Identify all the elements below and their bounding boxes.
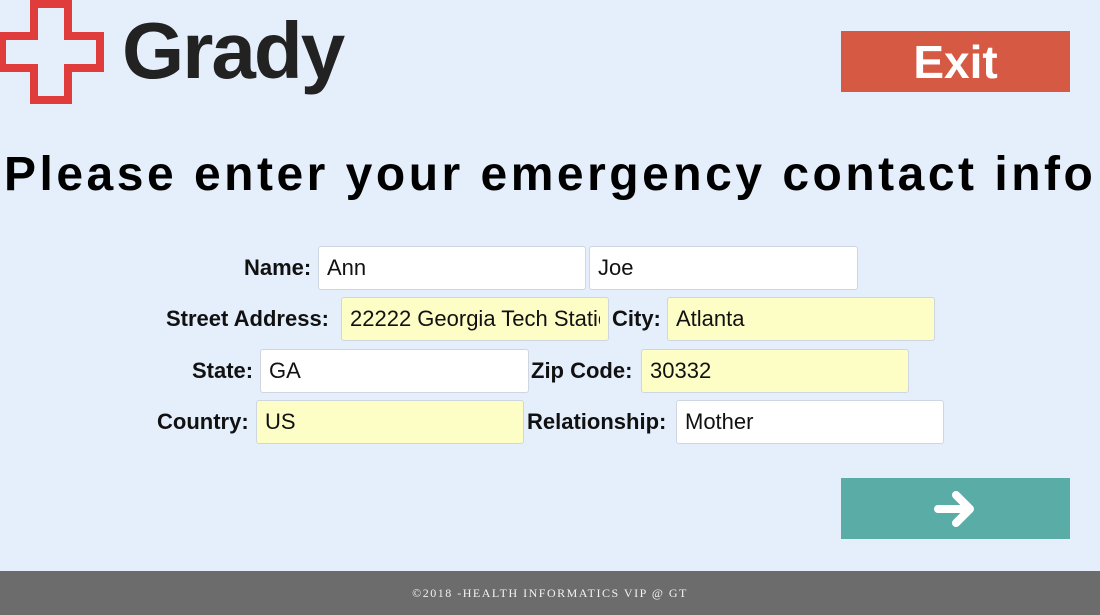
- state-label: State:: [192, 358, 254, 383]
- last-name-input[interactable]: [589, 246, 858, 290]
- zip-code-input[interactable]: [641, 349, 909, 393]
- city-label: City:: [612, 306, 661, 331]
- zip-code-label: Zip Code:: [531, 358, 633, 383]
- next-button[interactable]: [841, 478, 1070, 539]
- red-cross-logo-icon: [0, 0, 104, 104]
- country-label: Country:: [157, 409, 249, 434]
- relationship-input[interactable]: [676, 400, 944, 444]
- page-title: Please enter your emergency contact info: [4, 148, 1097, 201]
- country-input[interactable]: [256, 400, 524, 444]
- street-address-label: Street Address:: [166, 306, 330, 331]
- first-name-input[interactable]: [318, 246, 586, 290]
- grady-logo: Grady: [0, 0, 345, 105]
- city-input[interactable]: [667, 297, 935, 341]
- exit-button[interactable]: Exit: [841, 31, 1070, 92]
- relationship-label: Relationship:: [527, 409, 667, 434]
- state-input[interactable]: [260, 349, 529, 393]
- arrow-right-icon: [933, 490, 974, 527]
- brand-name: Grady: [122, 6, 345, 95]
- name-label: Name:: [244, 255, 312, 280]
- footer-copyright: ©2018 -HEALTH INFORMATICS VIP @ GT: [412, 585, 688, 600]
- footer: ©2018 -HEALTH INFORMATICS VIP @ GT: [0, 571, 1100, 615]
- street-address-input[interactable]: [341, 297, 609, 341]
